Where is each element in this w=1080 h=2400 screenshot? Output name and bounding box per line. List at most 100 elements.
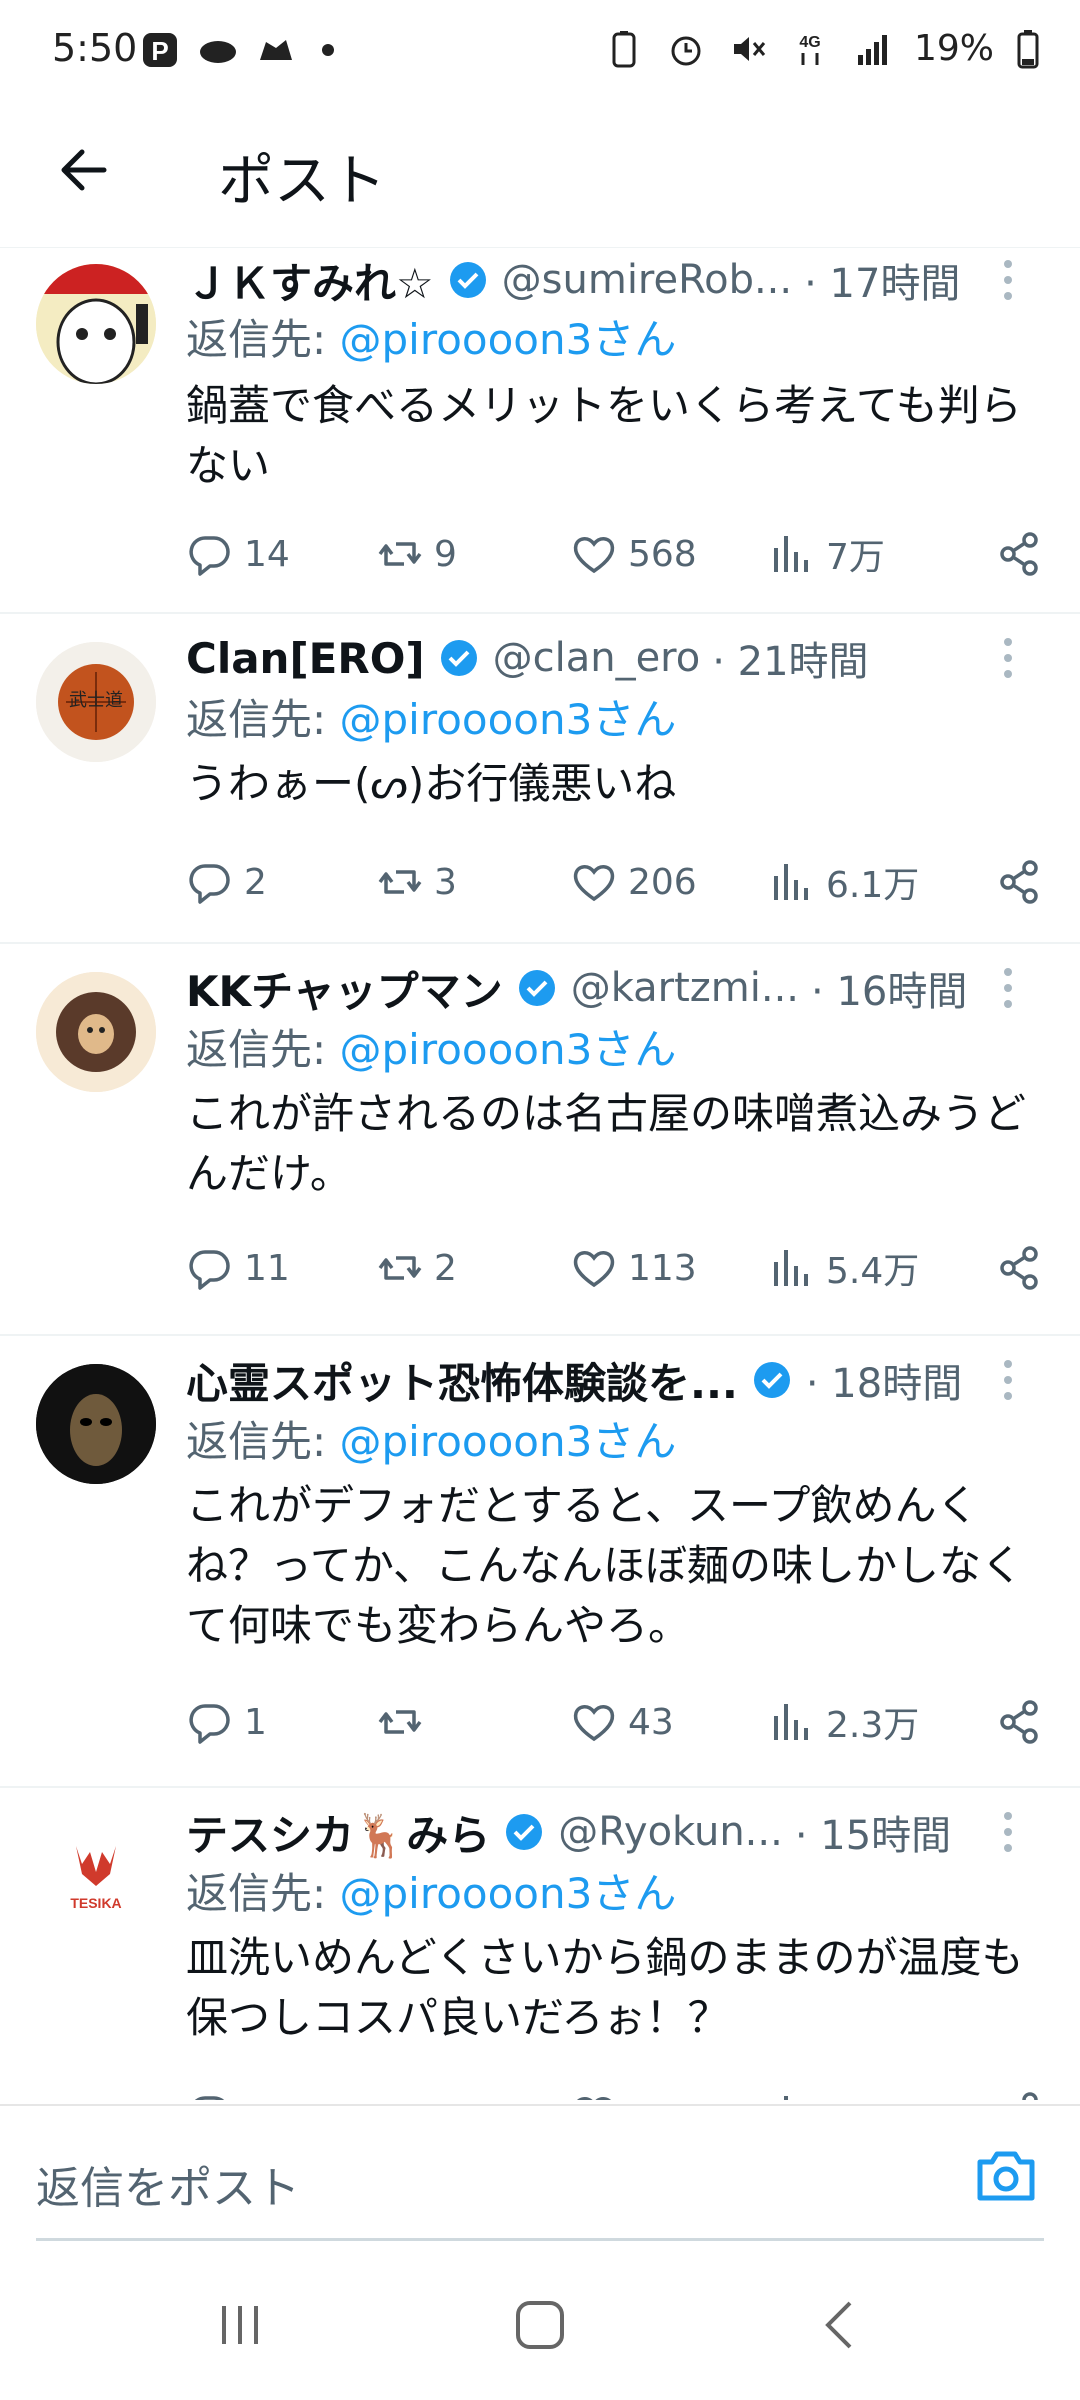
author-handle[interactable]: @sumireRob...	[502, 257, 792, 303]
post-time[interactable]: · 16時間	[811, 959, 967, 1017]
author-name[interactable]: テスシカ🦌みら	[186, 1802, 490, 1863]
avatar[interactable]	[36, 1364, 156, 1484]
network-label: 4G	[799, 34, 820, 51]
avatar-image: 武士道	[36, 642, 156, 762]
repost-icon	[378, 1710, 422, 1734]
reply-button[interactable]: 14	[186, 524, 290, 584]
like-button[interactable]: 568	[570, 524, 697, 584]
share-button[interactable]	[996, 524, 1044, 584]
views-button[interactable]: 7万	[768, 524, 885, 584]
reply-to-mention[interactable]: @piroooon3さん	[340, 1869, 677, 1918]
repost-icon	[378, 1256, 422, 1280]
views-button[interactable]: 5.4万	[768, 1238, 919, 1298]
avatar[interactable]: TESIKA	[36, 1816, 156, 1936]
share-button[interactable]	[996, 2084, 1044, 2100]
more-options-button[interactable]	[988, 958, 1028, 1018]
repost-icon	[376, 2090, 424, 2100]
more-options-button[interactable]	[988, 1802, 1028, 1862]
reply-to-prefix: 返信先:	[186, 695, 340, 744]
author-name[interactable]: Clan[ERO]	[186, 634, 425, 683]
reply-to-mention[interactable]: @piroooon3さん	[340, 695, 677, 744]
reply-post[interactable]: KKチャップマン @kartzmi... · 16時間 返信先: @pirooo…	[0, 944, 1080, 1336]
post-time[interactable]: · 21時間	[712, 629, 868, 687]
repost-button[interactable]	[376, 2084, 424, 2100]
signal-icon	[857, 34, 887, 65]
repost-icon	[378, 870, 422, 894]
like-count: 113	[628, 1247, 697, 1289]
reply-post[interactable]: 武士道 Clan[ERO] @clan_ero · 21時間 返信先: @pir…	[0, 614, 1080, 944]
post-text: これが許されるのは名古屋の味噌煮込みうどんだけ。	[186, 1089, 1027, 1198]
reply-feed[interactable]: ＪＫすみれ☆ @sumireRob... · 17時間 返信先: @pirooo…	[0, 248, 1080, 2100]
repost-count: 2	[434, 1247, 457, 1289]
avatar-image	[36, 264, 156, 384]
author-handle[interactable]: @kartzmi...	[571, 965, 799, 1011]
repost-button[interactable]: 9	[376, 524, 457, 584]
share-button[interactable]	[996, 852, 1044, 912]
views-icon	[774, 536, 808, 572]
heart-icon	[573, 1705, 615, 1742]
like-button[interactable]: 113	[570, 1238, 697, 1298]
reply-post[interactable]: 心霊スポット恐怖体験談を... · 18時間 返信先: @piroooon3さん…	[0, 1336, 1080, 1788]
reply-button[interactable]: 11	[186, 1238, 290, 1298]
mute-icon	[733, 36, 766, 61]
author-name[interactable]: KKチャップマン	[186, 958, 503, 1019]
repost-button[interactable]: 2	[376, 1238, 457, 1298]
reply-to-line: 返信先: @piroooon3さん	[186, 1016, 676, 1077]
like-count: 568	[628, 533, 697, 575]
avatar[interactable]	[36, 264, 156, 384]
network-4g-icon: 4G	[799, 34, 821, 65]
author-handle[interactable]: @clan_ero	[493, 635, 701, 681]
share-button[interactable]	[996, 1692, 1044, 1752]
home-button[interactable]	[500, 2290, 580, 2360]
reply-post[interactable]: ＪＫすみれ☆ @sumireRob... · 17時間 返信先: @pirooo…	[0, 248, 1080, 614]
post-time[interactable]: · 15時間	[795, 1803, 951, 1861]
reply-to-mention[interactable]: @piroooon3さん	[340, 315, 677, 364]
reply-to-prefix: 返信先:	[186, 1025, 340, 1074]
views-button[interactable]	[768, 2084, 816, 2100]
reply-button[interactable]: 2	[186, 852, 267, 912]
views-button[interactable]: 2.3万	[768, 1692, 919, 1752]
views-icon	[784, 2096, 788, 2100]
reply-button[interactable]	[186, 2084, 234, 2100]
reply-icon	[189, 1250, 230, 1290]
chevron-left-icon	[825, 2301, 852, 2349]
reply-input[interactable]: 返信をポスト	[36, 2152, 300, 2216]
like-button[interactable]: 43	[570, 1692, 674, 1752]
reply-post[interactable]: TESIKA テスシカ🦌みら @Ryokun... · 15時間 返信先: @p…	[0, 1788, 1080, 2100]
like-button[interactable]	[570, 2084, 618, 2100]
heart-icon	[573, 865, 615, 902]
like-button[interactable]: 206	[570, 852, 697, 912]
svg-text:TESIKA: TESIKA	[70, 1895, 121, 1911]
avatar[interactable]	[36, 972, 156, 1092]
more-options-button[interactable]	[988, 250, 1028, 310]
reply-button[interactable]: 1	[186, 1692, 267, 1752]
status-bar: 5:50 P 4G 19%	[0, 0, 1080, 100]
reply-count: 1	[244, 1701, 267, 1743]
repost-button[interactable]	[376, 1692, 434, 1752]
reply-composer: 返信をポスト	[0, 2104, 1080, 2241]
post-header: Clan[ERO] @clan_ero · 21時間	[186, 628, 1030, 688]
repost-button[interactable]: 3	[376, 852, 457, 912]
more-options-button[interactable]	[988, 1350, 1028, 1410]
author-name[interactable]: ＪＫすみれ☆	[186, 250, 434, 311]
back-nav-button[interactable]	[800, 2290, 880, 2360]
author-handle[interactable]: @Ryokun...	[558, 1809, 783, 1855]
views-button[interactable]: 6.1万	[768, 852, 919, 912]
back-button[interactable]	[48, 134, 120, 206]
reply-to-prefix: 返信先:	[186, 1417, 340, 1466]
views-icon	[774, 864, 808, 900]
avatar[interactable]: 武士道	[36, 642, 156, 762]
verified-badge-icon	[506, 1814, 543, 1850]
more-notifications-dot	[322, 44, 334, 56]
recent-apps-button[interactable]	[200, 2290, 280, 2360]
reply-to-mention[interactable]: @piroooon3さん	[340, 1025, 677, 1074]
author-name[interactable]: 心霊スポット恐怖体験談を...	[186, 1350, 738, 1411]
more-options-button[interactable]	[988, 628, 1028, 688]
post-time[interactable]: · 17時間	[804, 251, 960, 309]
views-icon	[774, 1704, 808, 1740]
camera-button[interactable]	[974, 2146, 1038, 2206]
post-time[interactable]: · 18時間	[806, 1351, 962, 1409]
notification-icons: P	[140, 30, 334, 70]
share-button[interactable]	[996, 1238, 1044, 1298]
reply-to-mention[interactable]: @piroooon3さん	[340, 1417, 677, 1466]
